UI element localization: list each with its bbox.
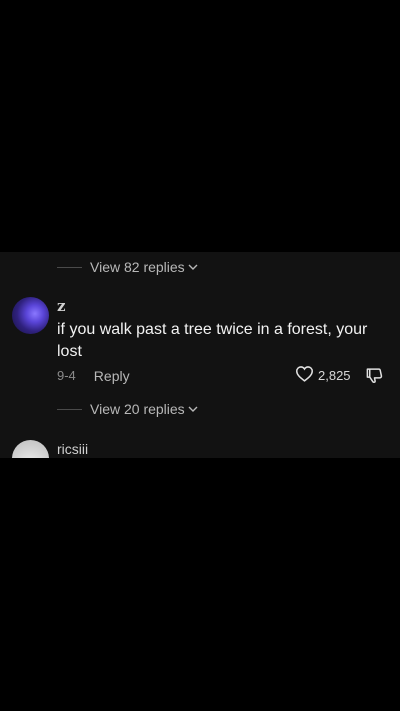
avatar[interactable] <box>12 440 49 458</box>
avatar[interactable] <box>12 297 49 334</box>
dislike-button[interactable] <box>365 366 384 390</box>
like-count: 2,825 <box>318 368 351 383</box>
comment-date: 9-4 <box>57 368 76 383</box>
divider-line <box>57 408 82 410</box>
view-replies-button[interactable]: View 20 replies <box>57 399 198 419</box>
comment-meta: 9-4 Reply <box>57 366 130 386</box>
like-button[interactable]: 2,825 <box>295 365 351 387</box>
comments-panel: View 82 replies z if you walk past a tre… <box>0 252 400 458</box>
comment-text: if you walk past a tree twice in a fores… <box>57 321 368 360</box>
reply-button[interactable]: Reply <box>94 366 130 386</box>
chevron-down-icon <box>188 406 198 413</box>
comment-username[interactable]: z <box>57 297 66 315</box>
chevron-down-icon <box>188 264 198 271</box>
view-replies-label: View 82 replies <box>90 259 185 275</box>
view-replies-button[interactable]: View 82 replies <box>57 257 198 277</box>
heart-icon <box>295 365 314 387</box>
thumbs-down-icon <box>365 368 384 389</box>
view-replies-label: View 20 replies <box>90 401 185 417</box>
divider-line <box>57 266 82 268</box>
comment-username[interactable]: ricsiii <box>57 440 88 458</box>
screen: View 82 replies z if you walk past a tre… <box>0 0 400 711</box>
